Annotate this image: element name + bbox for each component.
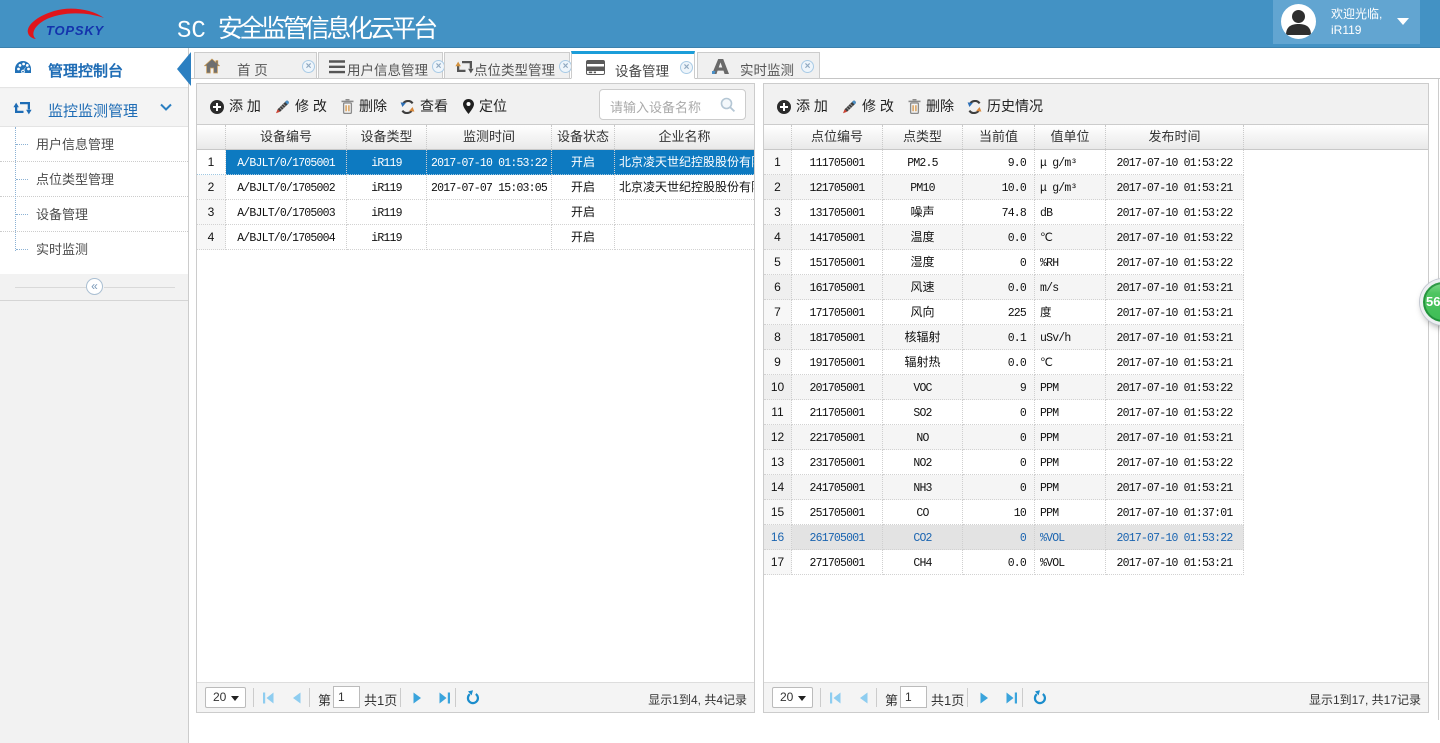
svg-text:TOPSKY: TOPSKY <box>46 23 105 38</box>
